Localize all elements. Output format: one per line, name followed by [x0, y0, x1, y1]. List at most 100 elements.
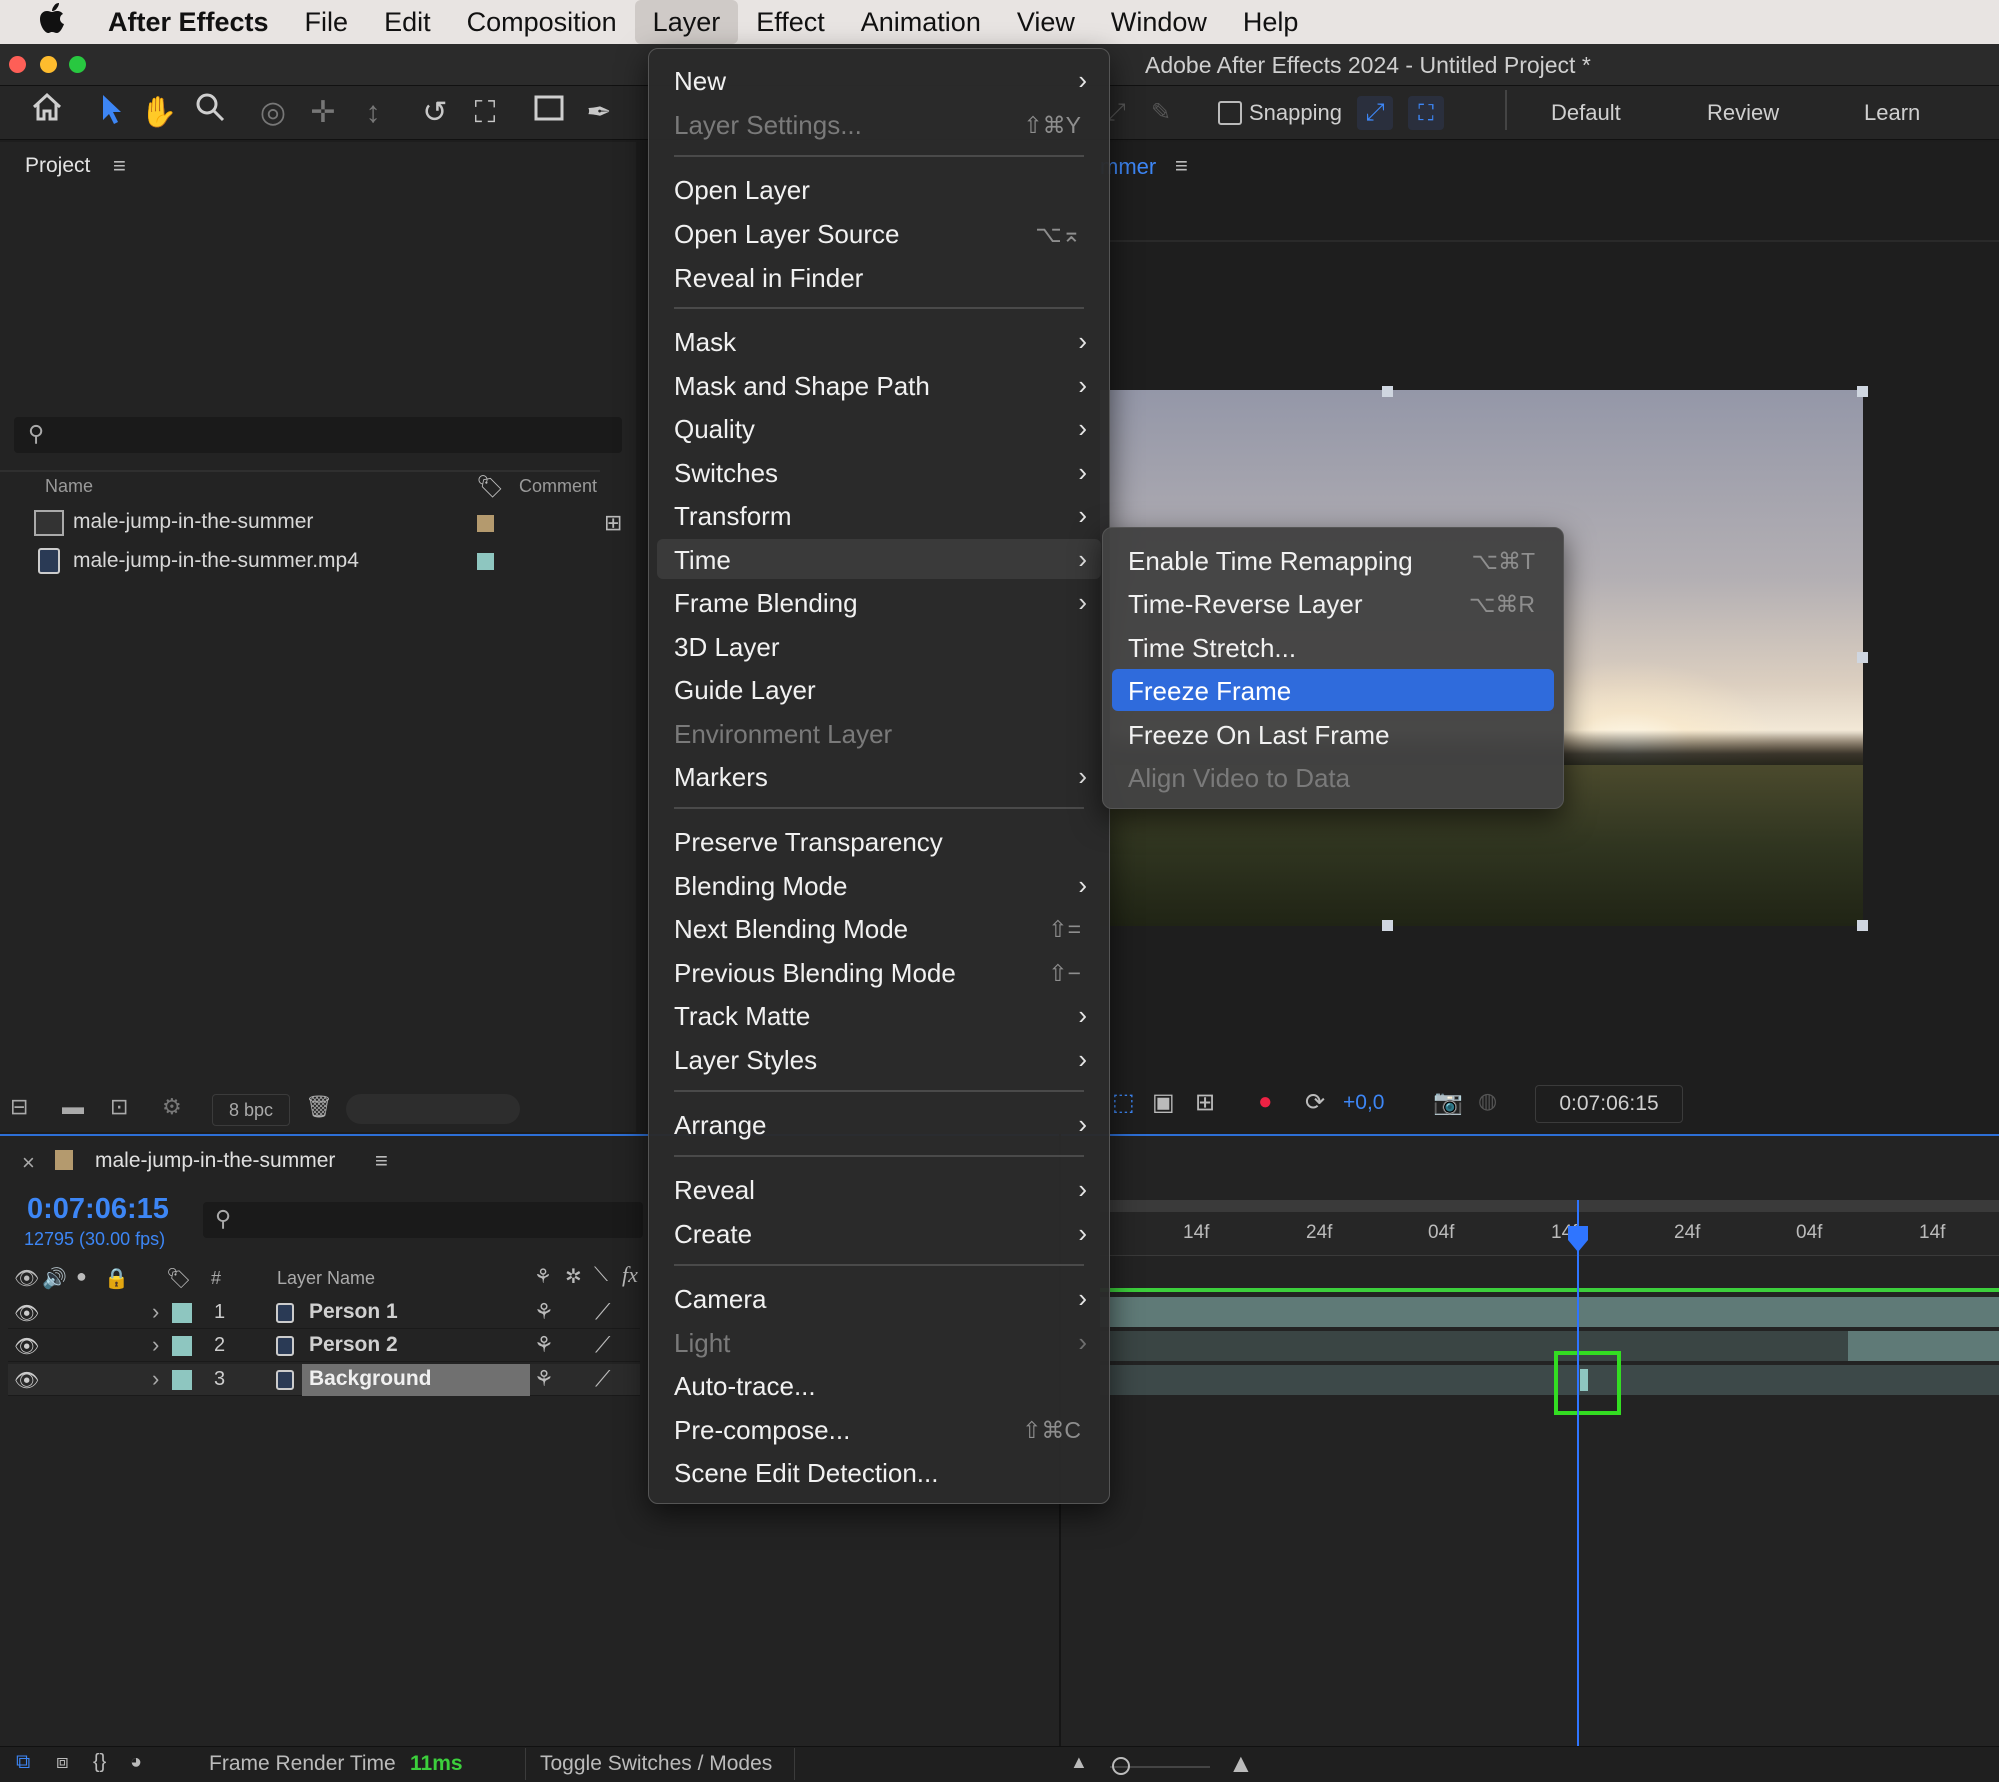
- transfer-controls-icon[interactable]: ⧈: [56, 1751, 69, 1774]
- layer-label-swatch[interactable]: [172, 1370, 192, 1390]
- menu-item-time-reverse-layer[interactable]: Time-Reverse Layer ⌥⌘R: [1103, 583, 1563, 623]
- layer-2-duration-bar[interactable]: [1848, 1331, 1999, 1361]
- layer-name[interactable]: Person 1: [309, 1300, 398, 1324]
- chevron-right-icon[interactable]: ›: [152, 1366, 159, 1392]
- lock-header-icon[interactable]: 🔒: [104, 1266, 129, 1291]
- orbit-camera-tool-icon[interactable]: ◎: [252, 92, 294, 134]
- workspace-learn[interactable]: Learn: [1864, 100, 1920, 126]
- label-color-swatch[interactable]: [477, 553, 494, 570]
- project-panel-title[interactable]: Project: [25, 154, 90, 178]
- menu-item-previous-blending-mode[interactable]: Previous Blending Mode ⇧−: [649, 952, 1109, 992]
- region-of-interest-icon[interactable]: ⬚: [1112, 1088, 1135, 1117]
- project-item-footage[interactable]: male-jump-in-the-summer.mp4: [73, 549, 359, 573]
- zoom-out-icon[interactable]: ▲: [1070, 1752, 1088, 1773]
- current-time-display[interactable]: 0:07:06:15: [27, 1193, 169, 1226]
- menu-item-time-stretch[interactable]: Time Stretch...: [1103, 627, 1563, 667]
- transparency-grid-icon[interactable]: ▣: [1152, 1088, 1175, 1117]
- interpret-footage-icon[interactable]: ⊟: [10, 1094, 28, 1120]
- shy-switch-icon[interactable]: ⚘: [534, 1332, 554, 1358]
- menu-item-track-matte[interactable]: Track Matte ›: [649, 995, 1109, 1035]
- layer-row[interactable]: 👁 › 2 Person 2 ⚘ ⟋: [8, 1330, 640, 1362]
- guides-icon[interactable]: ⊞: [1195, 1088, 1215, 1117]
- playhead-line[interactable]: [1577, 1200, 1579, 1746]
- home-icon[interactable]: [26, 92, 68, 134]
- minimize-window-button[interactable]: [40, 56, 57, 73]
- column-comment-header[interactable]: Comment: [519, 476, 597, 497]
- transform-handle[interactable]: [1857, 386, 1868, 397]
- selection-tool-icon[interactable]: [90, 92, 132, 134]
- menu-file[interactable]: File: [287, 0, 367, 44]
- menu-layer[interactable]: Layer: [634, 0, 739, 44]
- menu-item-time[interactable]: Time ›: [657, 539, 1101, 579]
- pan-camera-tool-icon[interactable]: ✛: [302, 92, 344, 134]
- snapping-checkbox[interactable]: [1218, 101, 1242, 125]
- layer-3-duration-bar[interactable]: [1100, 1365, 1999, 1395]
- menu-item-camera[interactable]: Camera ›: [649, 1278, 1109, 1318]
- menu-item-frame-blending[interactable]: Frame Blending ›: [649, 582, 1109, 622]
- transform-handle[interactable]: [1857, 652, 1868, 663]
- menu-item-freeze-frame[interactable]: Freeze Frame: [1112, 669, 1554, 711]
- menu-item-new[interactable]: New ›: [649, 60, 1109, 100]
- menu-item-quality[interactable]: Quality ›: [649, 408, 1109, 448]
- menu-item-markers[interactable]: Markers ›: [649, 756, 1109, 796]
- in-out-stretch-icon[interactable]: {}: [93, 1751, 106, 1774]
- quality-switch-icon[interactable]: ⟋: [595, 1299, 610, 1325]
- menu-composition[interactable]: Composition: [449, 0, 635, 44]
- apple-icon[interactable]: [0, 2, 108, 42]
- label-color-swatch[interactable]: [477, 515, 494, 532]
- layer-1-duration-bar[interactable]: [1100, 1297, 1999, 1327]
- zoom-in-icon[interactable]: ▲: [1228, 1748, 1254, 1779]
- reset-exposure-icon[interactable]: ⟳: [1305, 1088, 1325, 1117]
- menu-item-reveal-in-finder[interactable]: Reveal in Finder: [649, 257, 1109, 297]
- viewer-timecode[interactable]: 0:07:06:15: [1535, 1085, 1683, 1123]
- menu-view[interactable]: View: [999, 0, 1093, 44]
- transform-handle[interactable]: [1382, 920, 1393, 931]
- menu-item-freeze-on-last-frame[interactable]: Freeze On Last Frame: [1103, 714, 1563, 754]
- layer-label-swatch[interactable]: [172, 1336, 192, 1356]
- timeline-menu-icon[interactable]: ≡: [375, 1148, 388, 1174]
- chevron-right-icon[interactable]: ›: [152, 1332, 159, 1358]
- zoom-tool-icon[interactable]: [189, 92, 231, 134]
- menu-item-3d-layer[interactable]: 3D Layer: [649, 626, 1109, 666]
- menu-effect[interactable]: Effect: [738, 0, 843, 44]
- solo-header-icon[interactable]: ●: [76, 1266, 87, 1287]
- quality-switch-icon[interactable]: ⟋: [595, 1366, 610, 1392]
- workspace-default[interactable]: Default: [1551, 100, 1621, 126]
- quality-switch-header-icon[interactable]: ⟍: [594, 1264, 608, 1287]
- playhead-handle[interactable]: [1568, 1226, 1588, 1252]
- zoom-window-button[interactable]: [69, 56, 86, 73]
- video-visibility-header-icon[interactable]: 👁: [14, 1266, 39, 1291]
- menu-item-open-layer[interactable]: Open Layer: [649, 169, 1109, 209]
- menu-item-arrange[interactable]: Arrange ›: [649, 1104, 1109, 1144]
- timeline-search-input[interactable]: ⚲: [203, 1202, 643, 1238]
- layer-2-duration-bar-out[interactable]: [1100, 1331, 1848, 1361]
- audio-header-icon[interactable]: 🔊: [42, 1266, 67, 1291]
- layer-row-selected[interactable]: 👁 › 3 Background ⚘ ⟋: [8, 1364, 640, 1396]
- menu-item-preserve-transparency[interactable]: Preserve Transparency: [649, 821, 1109, 861]
- new-composition-icon[interactable]: ⊡: [110, 1094, 128, 1120]
- eye-icon[interactable]: 👁: [14, 1334, 39, 1359]
- project-item-comp[interactable]: male-jump-in-the-summer: [73, 510, 313, 534]
- rotation-tool-icon[interactable]: ↺: [414, 92, 456, 134]
- menu-item-blending-mode[interactable]: Blending Mode ›: [649, 865, 1109, 905]
- timeline-comp-tab[interactable]: male-jump-in-the-summer: [95, 1149, 335, 1173]
- menu-item-switches[interactable]: Switches ›: [649, 452, 1109, 492]
- menu-window[interactable]: Window: [1093, 0, 1225, 44]
- time-ruler[interactable]: [1100, 1212, 1999, 1256]
- work-area-bar[interactable]: [1100, 1200, 1999, 1212]
- zoom-slider-knob[interactable]: [1112, 1757, 1130, 1775]
- menu-item-scene-edit-detection[interactable]: Scene Edit Detection...: [649, 1452, 1109, 1492]
- menu-item-pre-compose[interactable]: Pre-compose... ⇧⌘C: [649, 1409, 1109, 1449]
- transform-handle[interactable]: [1857, 920, 1868, 931]
- menu-item-mask[interactable]: Mask ›: [649, 321, 1109, 361]
- menu-item-create[interactable]: Create ›: [649, 1213, 1109, 1253]
- layer-row[interactable]: 👁 › 1 Person 1 ⚘ ⟋: [8, 1297, 640, 1329]
- close-window-button[interactable]: [9, 56, 26, 73]
- motion-blur-icon[interactable]: ◕: [130, 1751, 142, 1774]
- layer-label-swatch[interactable]: [172, 1303, 192, 1323]
- dolly-camera-tool-icon[interactable]: ↕: [352, 92, 394, 134]
- label-header-icon[interactable]: 🏷: [166, 1266, 191, 1291]
- menu-item-guide-layer[interactable]: Guide Layer: [649, 669, 1109, 709]
- eye-icon[interactable]: 👁: [14, 1368, 39, 1393]
- pan-behind-tool-icon[interactable]: ⛶: [464, 92, 506, 134]
